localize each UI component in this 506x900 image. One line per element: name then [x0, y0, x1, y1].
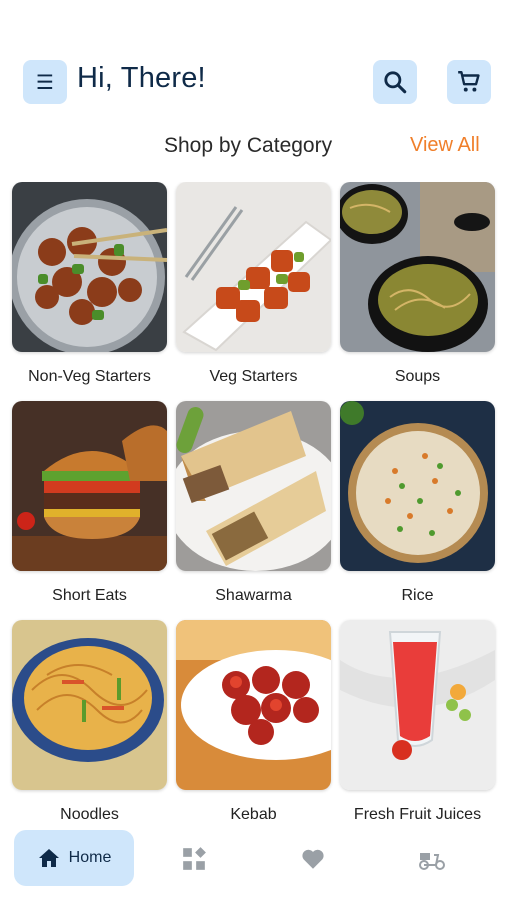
- kebab-photo: [176, 620, 331, 790]
- nav-favorites-button[interactable]: [300, 846, 326, 872]
- category-card-soups[interactable]: Soups: [340, 182, 495, 386]
- non-veg-starters-photo: [12, 182, 167, 352]
- home-icon: [38, 849, 59, 867]
- category-label: Shawarma: [215, 587, 292, 604]
- category-card-veg-starters[interactable]: Veg Starters: [176, 182, 331, 386]
- section-title: Shop by Category: [164, 134, 333, 157]
- cart-icon: [458, 71, 480, 92]
- nav-categories-button[interactable]: [181, 846, 207, 872]
- app-header: ☰ Hi, There! Shop by Category View All: [0, 0, 506, 170]
- category-card-rice[interactable]: Rice: [340, 401, 495, 605]
- categories-icon: [183, 847, 206, 870]
- rice-photo: [340, 401, 495, 571]
- fresh-fruit-juices-photo: [340, 620, 495, 790]
- category-card-fresh-fruit-juices[interactable]: Fresh Fruit Juices: [340, 620, 495, 822]
- short-eats-photo: [12, 401, 167, 571]
- nav-home-button[interactable]: Home: [14, 830, 134, 886]
- nav-home-label: Home: [68, 849, 112, 866]
- view-all-link[interactable]: View All: [410, 134, 480, 157]
- cart-button[interactable]: [447, 60, 491, 104]
- category-grid: Non-Veg Starters Veg Starters Soups Shor…: [0, 182, 506, 822]
- category-card-short-eats[interactable]: Short Eats: [12, 401, 167, 605]
- shawarma-photo: [176, 401, 331, 571]
- category-label: Short Eats: [52, 587, 127, 604]
- noodles-photo: [12, 620, 167, 790]
- menu-button[interactable]: ☰: [23, 60, 67, 104]
- veg-starters-photo: [176, 182, 331, 352]
- nav-delivery-button[interactable]: [418, 846, 445, 872]
- category-card-kebab[interactable]: Kebab: [176, 620, 331, 822]
- category-label: Rice: [401, 587, 434, 604]
- soups-photo: [340, 182, 495, 352]
- category-card-shawarma[interactable]: Shawarma: [176, 401, 331, 605]
- menu-icon: ☰: [36, 71, 54, 94]
- greeting-title: Hi, There!: [77, 62, 206, 94]
- delivery-scooter-icon: [419, 853, 445, 870]
- heart-icon: [302, 849, 324, 869]
- category-label: Soups: [394, 368, 441, 385]
- category-card-non-veg-starters[interactable]: Non-Veg Starters: [12, 182, 167, 386]
- search-icon: [384, 71, 407, 94]
- search-button[interactable]: [373, 60, 417, 104]
- category-card-noodles[interactable]: Noodles: [12, 620, 167, 822]
- bottom-navigation: Home: [0, 820, 506, 900]
- category-label: Non-Veg Starters: [28, 368, 151, 385]
- category-label: Veg Starters: [209, 368, 298, 385]
